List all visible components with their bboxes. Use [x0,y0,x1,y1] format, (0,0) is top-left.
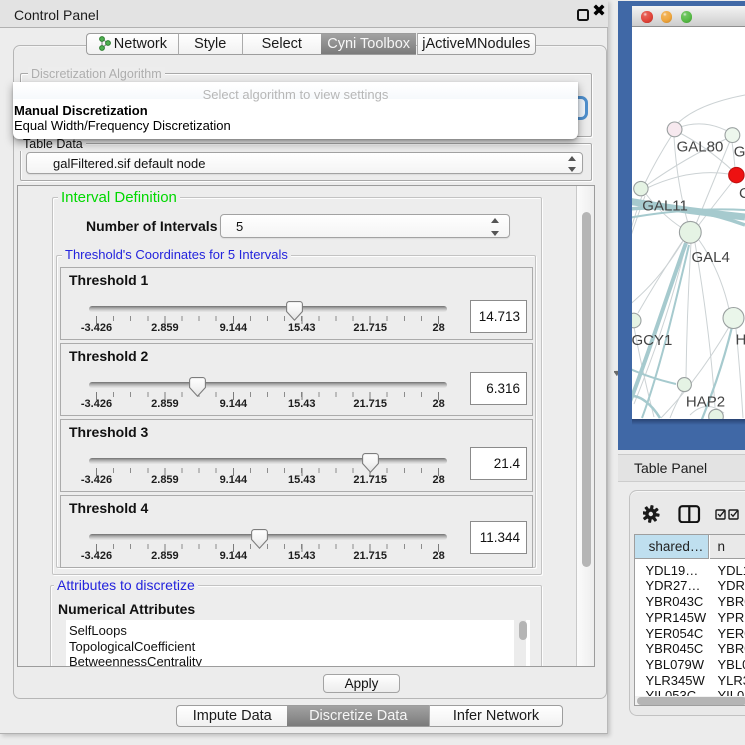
svg-text:HAP2: HAP2 [686,394,725,411]
svg-text:GCY1: GCY1 [632,332,672,349]
svg-text:GAL11: GAL11 [642,198,688,215]
svg-text:C: C [739,185,745,202]
svg-text:GA: GA [734,144,745,161]
svg-text:GAL4: GAL4 [692,249,730,266]
svg-text:H: H [736,332,745,349]
svg-text:GAL80: GAL80 [677,139,724,156]
